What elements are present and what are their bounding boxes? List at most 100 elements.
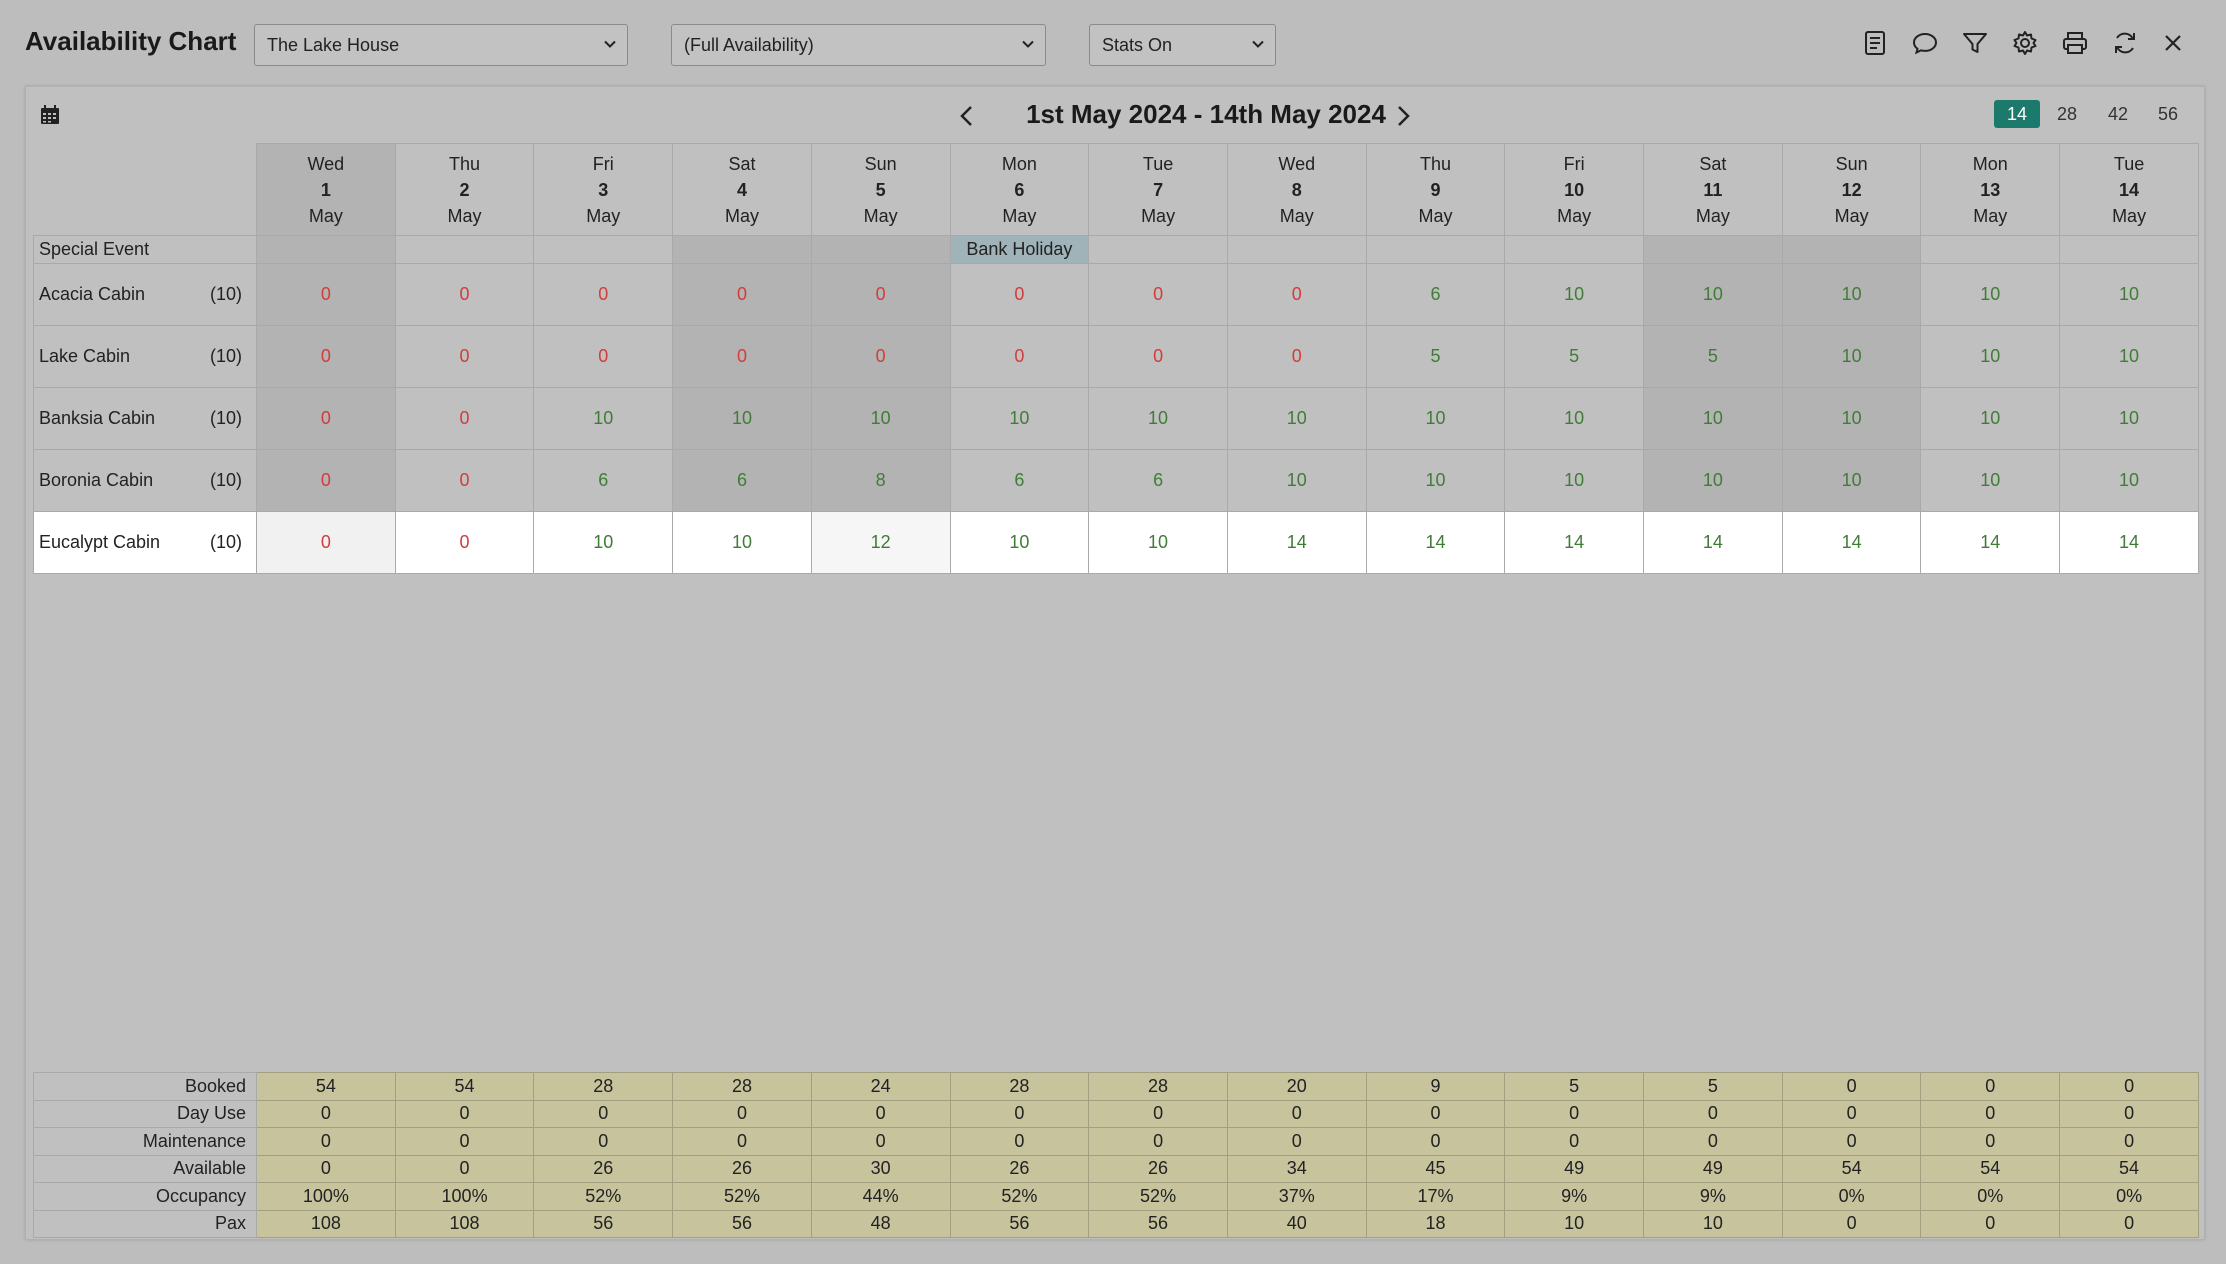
availability-cell[interactable]: 0: [810, 263, 951, 326]
availability-cell[interactable]: 0: [1088, 263, 1228, 326]
special-event-cell[interactable]: [1504, 235, 1645, 264]
availability-mode-select[interactable]: (Full Availability): [671, 24, 1046, 66]
span-option-14[interactable]: 14: [1994, 100, 2040, 128]
availability-cell[interactable]: 0: [256, 263, 396, 326]
availability-cell[interactable]: 14: [1504, 511, 1645, 574]
special-event-cell[interactable]: [1643, 235, 1783, 264]
special-event-cell[interactable]: [256, 235, 396, 264]
special-event-cell[interactable]: [1781, 235, 1922, 264]
availability-cell[interactable]: 0: [394, 263, 535, 326]
chevron-left-icon[interactable]: [952, 101, 982, 131]
availability-cell[interactable]: 0: [949, 263, 1090, 326]
availability-cell[interactable]: 10: [1781, 387, 1922, 450]
span-option-28[interactable]: 28: [2044, 100, 2090, 128]
availability-cell[interactable]: 0: [394, 387, 535, 450]
availability-cell[interactable]: 10: [533, 387, 674, 450]
availability-cell[interactable]: 5: [1643, 325, 1783, 388]
span-option-42[interactable]: 42: [2095, 100, 2141, 128]
availability-cell[interactable]: 10: [810, 387, 951, 450]
availability-cell[interactable]: 0: [394, 325, 535, 388]
availability-cell[interactable]: 6: [1088, 449, 1228, 512]
availability-cell[interactable]: 10: [1643, 449, 1783, 512]
availability-cell[interactable]: 6: [1365, 263, 1506, 326]
special-event-cell[interactable]: [1365, 235, 1506, 264]
day-header[interactable]: Sat 4 May: [672, 143, 812, 236]
room-name-cell[interactable]: Eucalypt Cabin (10): [33, 511, 257, 574]
stats-select[interactable]: Stats On: [1089, 24, 1276, 66]
filter-icon[interactable]: [1958, 26, 1992, 60]
special-event-cell[interactable]: [533, 235, 674, 264]
availability-cell[interactable]: 10: [1920, 263, 2061, 326]
availability-cell[interactable]: 10: [2059, 325, 2199, 388]
day-header[interactable]: Thu 2 May: [394, 143, 535, 236]
availability-cell[interactable]: 5: [1504, 325, 1645, 388]
availability-cell[interactable]: 10: [1643, 263, 1783, 326]
chevron-right-icon[interactable]: [1388, 101, 1418, 131]
availability-cell[interactable]: 14: [1781, 511, 1922, 574]
day-header[interactable]: Sun 12 May: [1781, 143, 1922, 236]
availability-cell[interactable]: 6: [533, 449, 674, 512]
gear-icon[interactable]: [2008, 26, 2042, 60]
availability-cell[interactable]: 0: [1088, 325, 1228, 388]
availability-cell[interactable]: 0: [810, 325, 951, 388]
special-event-cell[interactable]: [1920, 235, 2061, 264]
close-icon[interactable]: [2156, 26, 2190, 60]
availability-cell[interactable]: 10: [1920, 387, 2061, 450]
room-name-cell[interactable]: Boronia Cabin (10): [33, 449, 257, 512]
availability-cell[interactable]: 10: [1226, 387, 1367, 450]
availability-cell[interactable]: 0: [1226, 263, 1367, 326]
availability-cell[interactable]: 0: [256, 449, 396, 512]
day-header[interactable]: Tue 14 May: [2059, 143, 2199, 236]
calendar-icon[interactable]: [39, 104, 61, 126]
availability-cell[interactable]: 10: [1504, 449, 1645, 512]
availability-cell[interactable]: 5: [1365, 325, 1506, 388]
availability-cell[interactable]: 10: [1504, 387, 1645, 450]
day-header[interactable]: Mon 13 May: [1920, 143, 2061, 236]
availability-cell[interactable]: 10: [2059, 263, 2199, 326]
comment-icon[interactable]: [1908, 26, 1942, 60]
availability-cell[interactable]: 0: [394, 449, 535, 512]
room-name-cell[interactable]: Acacia Cabin (10): [33, 263, 257, 326]
day-header[interactable]: Tue 7 May: [1088, 143, 1228, 236]
availability-cell[interactable]: 10: [2059, 387, 2199, 450]
availability-cell[interactable]: 0: [949, 325, 1090, 388]
availability-cell[interactable]: 10: [533, 511, 674, 574]
availability-cell[interactable]: 0: [533, 325, 674, 388]
day-header[interactable]: Mon 6 May: [949, 143, 1090, 236]
availability-cell[interactable]: 10: [1781, 449, 1922, 512]
availability-cell[interactable]: 14: [1643, 511, 1783, 574]
refresh-icon[interactable]: [2108, 26, 2142, 60]
room-name-cell[interactable]: Banksia Cabin (10): [33, 387, 257, 450]
availability-cell[interactable]: 10: [2059, 449, 2199, 512]
availability-cell[interactable]: 10: [1504, 263, 1645, 326]
availability-cell[interactable]: 10: [949, 387, 1090, 450]
availability-cell[interactable]: 8: [810, 449, 951, 512]
availability-cell[interactable]: 14: [2059, 511, 2199, 574]
availability-cell[interactable]: 0: [256, 511, 396, 574]
availability-cell[interactable]: 10: [1920, 449, 2061, 512]
availability-cell[interactable]: 0: [1226, 325, 1367, 388]
special-event-cell[interactable]: [2059, 235, 2199, 264]
availability-cell[interactable]: 10: [1643, 387, 1783, 450]
availability-cell[interactable]: 6: [949, 449, 1090, 512]
availability-cell[interactable]: 10: [1088, 511, 1228, 574]
day-header[interactable]: Sun 5 May: [810, 143, 951, 236]
availability-cell[interactable]: 0: [256, 387, 396, 450]
availability-cell[interactable]: 10: [1365, 449, 1506, 512]
availability-cell[interactable]: 10: [1226, 449, 1367, 512]
property-select[interactable]: The Lake House: [254, 24, 628, 66]
day-header[interactable]: Wed 1 May: [256, 143, 396, 236]
availability-cell[interactable]: 10: [949, 511, 1090, 574]
span-option-56[interactable]: 56: [2145, 100, 2191, 128]
day-header[interactable]: Thu 9 May: [1365, 143, 1506, 236]
special-event-cell[interactable]: [1088, 235, 1228, 264]
print-icon[interactable]: [2058, 26, 2092, 60]
day-header[interactable]: Wed 8 May: [1226, 143, 1367, 236]
availability-cell[interactable]: 10: [672, 387, 812, 450]
room-name-cell[interactable]: Lake Cabin (10): [33, 325, 257, 388]
availability-cell[interactable]: 14: [1920, 511, 2061, 574]
availability-cell[interactable]: 14: [1365, 511, 1506, 574]
day-header[interactable]: Sat 11 May: [1643, 143, 1783, 236]
special-event-cell[interactable]: [1226, 235, 1367, 264]
availability-cell[interactable]: 10: [1781, 325, 1922, 388]
